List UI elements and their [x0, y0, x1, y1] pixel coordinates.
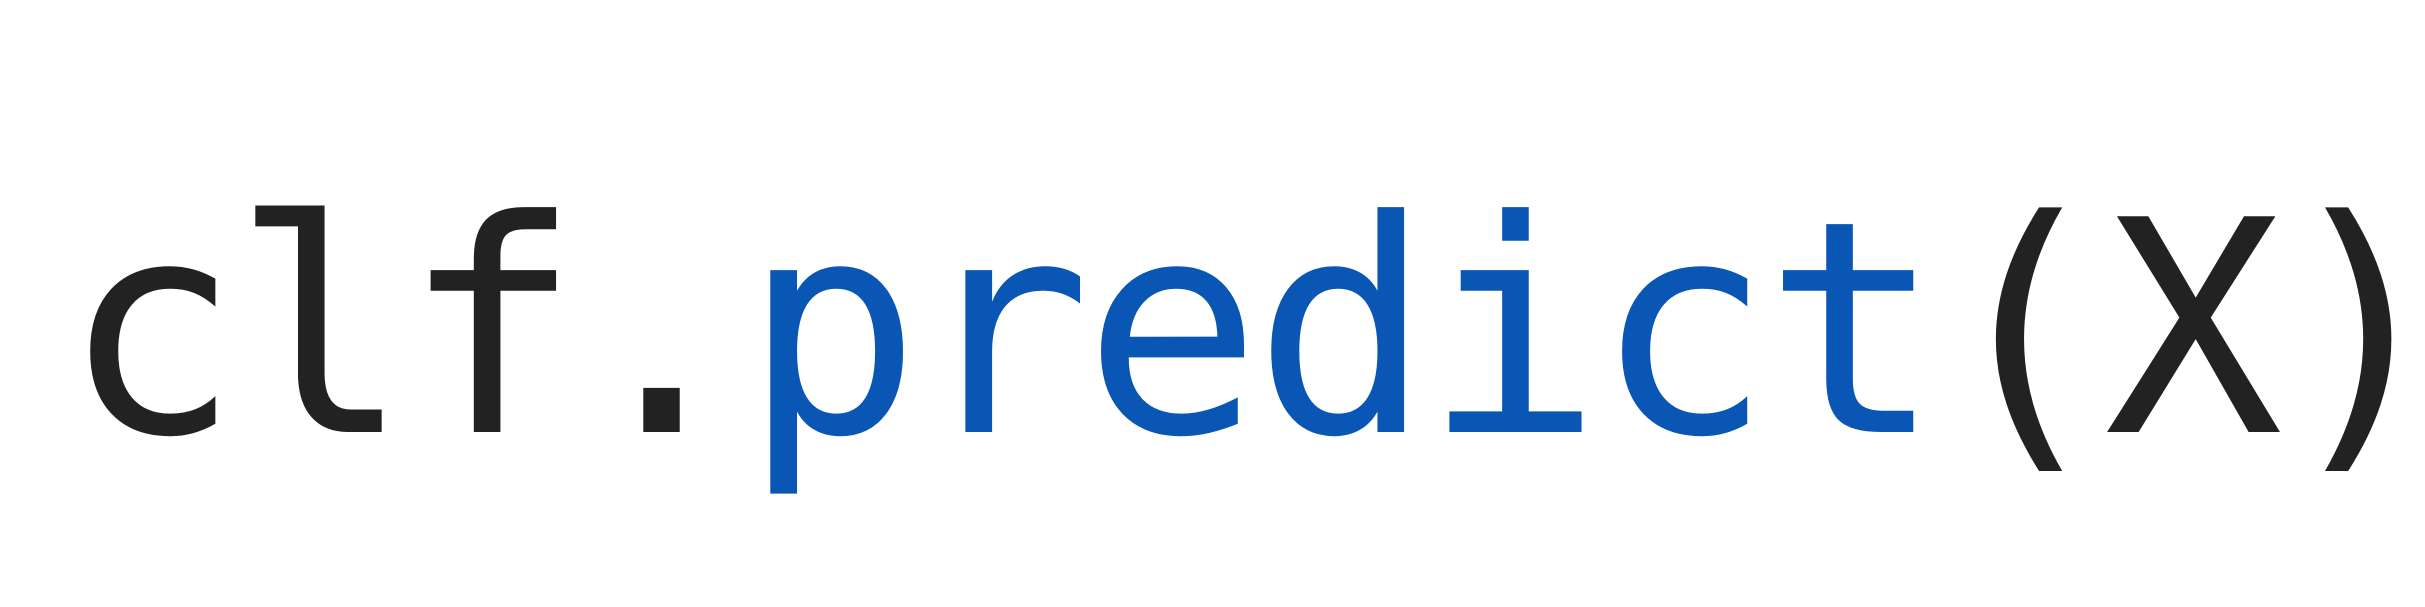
open-paren: ( — [1934, 157, 2112, 502]
code-line: clf.predict(X) — [62, 165, 2425, 495]
argument-identifier: X — [2104, 157, 2283, 502]
method-name: predict — [742, 157, 1942, 502]
dot-operator: . — [572, 157, 751, 502]
code-view: clf.predict(X) — [0, 0, 2425, 607]
object-identifier: clf — [62, 157, 581, 502]
close-paren: ) — [2275, 157, 2425, 502]
